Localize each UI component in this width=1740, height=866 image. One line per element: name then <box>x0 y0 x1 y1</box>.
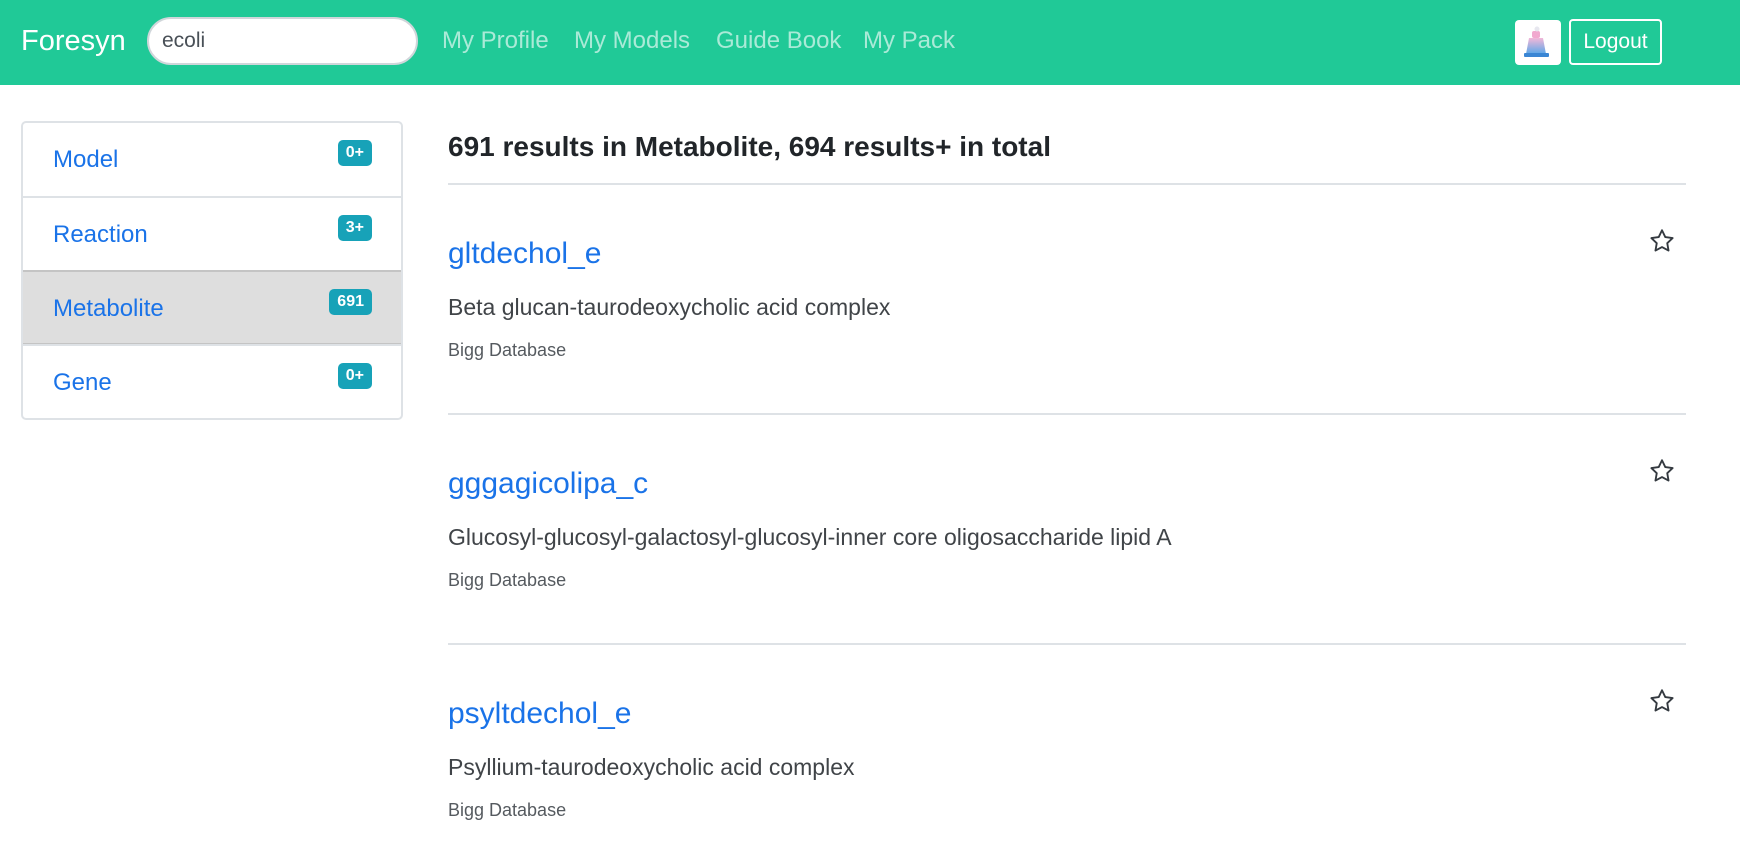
category-sidebar: Model 0+ Reaction 3+ Metabolite 691 Gene… <box>21 121 403 420</box>
result-title-link[interactable]: gltdechol_e <box>448 235 601 273</box>
result-source: Bigg Database <box>448 340 567 360</box>
user-avatar-icon[interactable] <box>1515 20 1561 65</box>
count-badge: 691 <box>329 289 372 315</box>
result-item: gggagicolipa_c Glucosyl-glucosyl-galacto… <box>448 415 1686 645</box>
count-badge: 3+ <box>337 215 372 241</box>
star-outline-icon[interactable] <box>1648 227 1676 255</box>
result-item: psyltdechol_e Psyllium-taurodeoxycholic … <box>448 645 1686 866</box>
logout-button[interactable]: Logout <box>1569 19 1662 65</box>
sidebar-item-label: Reaction <box>53 221 148 248</box>
result-source: Bigg Database <box>448 800 567 820</box>
star-outline-icon[interactable] <box>1648 687 1676 715</box>
sidebar-item-reaction[interactable]: Reaction 3+ <box>23 196 401 270</box>
top-navbar: Foresyn My Profile My Models Guide Book … <box>0 0 1740 85</box>
sidebar-item-gene[interactable]: Gene 0+ <box>23 344 401 418</box>
nav-link-guide-book[interactable]: Guide Book <box>716 26 841 56</box>
results-panel: 691 results in Metabolite, 694 results+ … <box>448 121 1686 866</box>
count-badge: 0+ <box>337 140 372 166</box>
result-item: gltdechol_e Beta glucan-taurodeoxycholic… <box>448 185 1686 415</box>
result-description: Beta glucan-taurodeoxycholic acid comple… <box>448 294 891 320</box>
result-title-link[interactable]: gggagicolipa_c <box>448 465 648 503</box>
result-title-link[interactable]: psyltdechol_e <box>448 695 631 733</box>
brand-logo[interactable]: Foresyn <box>21 22 126 60</box>
results-summary: 691 results in Metabolite, 694 results+ … <box>448 121 1686 185</box>
count-badge: 0+ <box>337 363 372 389</box>
star-outline-icon[interactable] <box>1648 457 1676 485</box>
sidebar-item-model[interactable]: Model 0+ <box>23 123 401 196</box>
result-description: Glucosyl-glucosyl-galactosyl-glucosyl-in… <box>448 524 1172 550</box>
nav-link-my-pack[interactable]: My Pack <box>863 26 955 56</box>
sidebar-item-label: Model <box>53 146 119 173</box>
sidebar-item-metabolite[interactable]: Metabolite 691 <box>23 270 401 344</box>
nav-link-my-models[interactable]: My Models <box>574 26 690 56</box>
result-source: Bigg Database <box>448 570 567 590</box>
nav-link-my-profile[interactable]: My Profile <box>442 26 549 56</box>
sidebar-item-label: Gene <box>53 369 112 396</box>
sidebar-item-label: Metabolite <box>53 295 164 322</box>
search-input[interactable] <box>147 17 418 65</box>
result-description: Psyllium-taurodeoxycholic acid complex <box>448 754 855 780</box>
